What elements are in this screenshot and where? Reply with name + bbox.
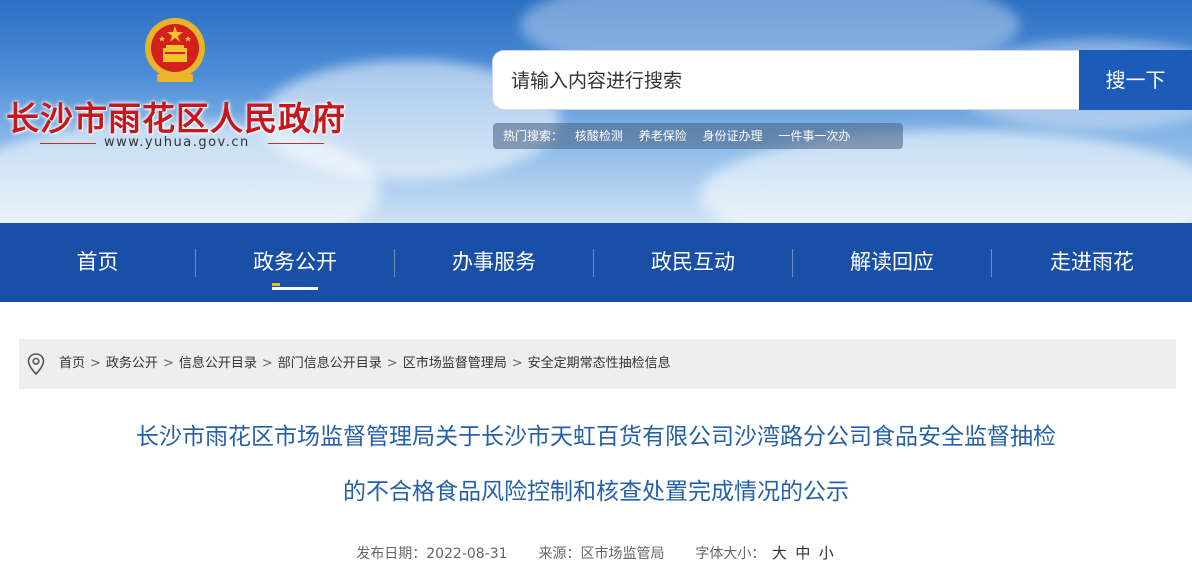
publish-date-label: 发布日期： [356, 546, 427, 562]
site-url: www.yuhua.gov.cn [104, 135, 250, 150]
hot-search-link[interactable]: 一件事一次办 [778, 129, 850, 143]
source-value: 区市场监管局 [580, 546, 665, 562]
font-size-label: 字体大小： [695, 546, 766, 562]
breadcrumb-link[interactable]: 政务公开 [106, 356, 158, 371]
breadcrumb-link[interactable]: 首页 [59, 356, 85, 371]
article-title: 长沙市雨花区市场监督管理局关于长沙市天虹百货有限公司沙湾路分公司食品安全监督抽检… [0, 412, 1192, 517]
nav-item-services[interactable]: 办事服务 [395, 223, 593, 302]
article-title-line: 长沙市雨花区市场监督管理局关于长沙市天虹百货有限公司沙湾路分公司食品安全监督抽检 [136, 424, 1056, 450]
breadcrumb: 首页 > 政务公开 > 信息公开目录 > 部门信息公开目录 > 区市场监督管理局 > 安全定期常态性… [19, 339, 1176, 389]
nav-item-home[interactable]: 首页 [0, 223, 195, 302]
search-input[interactable] [509, 51, 1073, 111]
hot-search-bar: 热门搜索： 核酸检测 养老保险 身份证办理 一件事一次办 [493, 123, 903, 149]
url-divider [40, 143, 96, 144]
site-name[interactable]: 长沙市雨花区人民政府 [6, 92, 346, 140]
nav-item-interpretation[interactable]: 解读回应 [793, 223, 991, 302]
font-size-small-button[interactable]: 小 [819, 544, 834, 562]
location-pin-icon [27, 353, 45, 375]
font-size-large-button[interactable]: 大 [772, 544, 787, 562]
search-button[interactable]: 搜一下 [1079, 50, 1192, 110]
hot-search-link[interactable]: 核酸检测 [575, 129, 623, 143]
breadcrumb-link[interactable]: 部门信息公开目录 [278, 356, 382, 371]
source-label: 来源： [538, 546, 581, 562]
breadcrumb-current[interactable]: 安全定期常态性抽检信息 [528, 356, 671, 371]
font-size-medium-button[interactable]: 中 [795, 544, 810, 562]
breadcrumb-link[interactable]: 信息公开目录 [179, 356, 257, 371]
nav-item-interaction[interactable]: 政民互动 [594, 223, 792, 302]
nav-item-government-affairs[interactable]: 政务公开 [196, 223, 394, 302]
hot-search-link[interactable]: 养老保险 [639, 129, 687, 143]
hot-search-link[interactable]: 身份证办理 [703, 129, 763, 143]
url-divider [268, 143, 324, 144]
national-emblem-icon [145, 18, 205, 82]
site-header: 长沙市雨花区人民政府 www.yuhua.gov.cn 热门搜索： 核酸检测 养… [0, 0, 1192, 223]
breadcrumb-items: 首页 > 政务公开 > 信息公开目录 > 部门信息公开目录 > 区市场监督管理局 > 安全定期常态性… [59, 356, 671, 371]
hot-search-label: 热门搜索： [503, 129, 564, 143]
nav-active-accent [272, 283, 280, 286]
article-title-line: 的不合格食品风险控制和核查处置完成情况的公示 [343, 479, 849, 505]
publish-date: 2022-08-31 [426, 546, 508, 562]
nav-active-indicator [272, 287, 318, 290]
nav-item-about-yuhua[interactable]: 走进雨花 [992, 223, 1192, 302]
main-nav: 首页 政务公开 办事服务 政民互动 解读回应 走进雨花 [0, 223, 1192, 302]
article-meta: 发布日期：2022-08-31 来源：区市场监管局 字体大小： 大 中 小 [0, 542, 1192, 563]
breadcrumb-link[interactable]: 区市场监督管理局 [403, 356, 507, 371]
